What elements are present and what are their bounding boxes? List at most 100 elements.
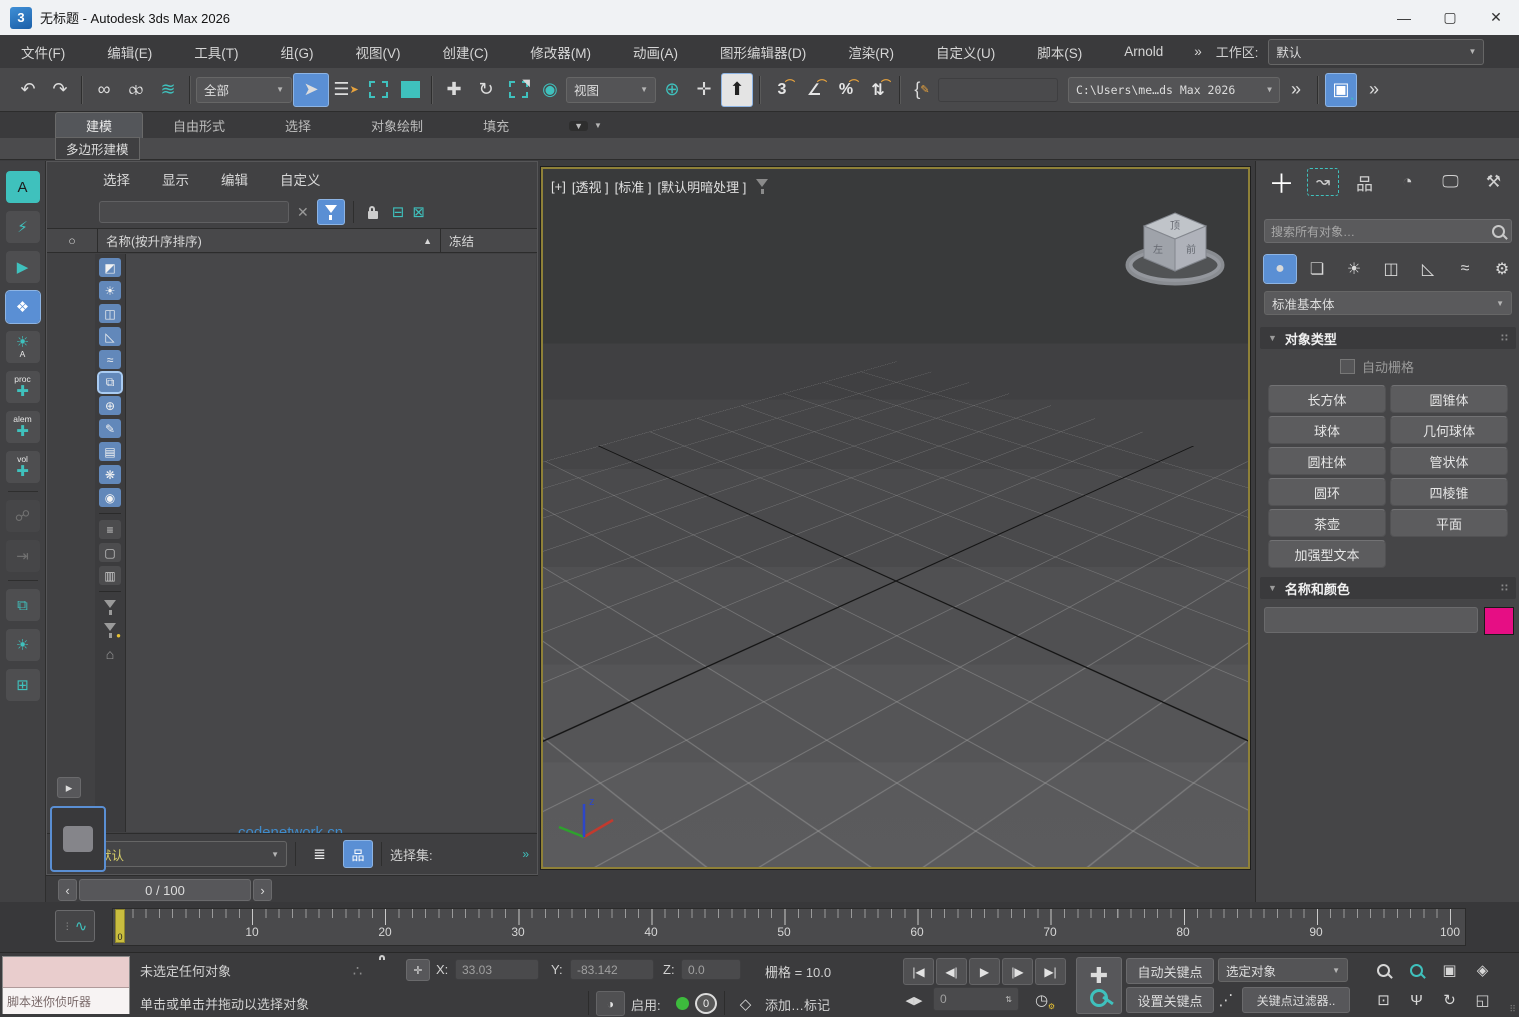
- workspace-dropdown[interactable]: 默认 ▼: [1268, 39, 1484, 65]
- timeline-playhead[interactable]: 0: [115, 909, 125, 943]
- close-button[interactable]: ✕: [1473, 0, 1519, 35]
- time-configuration-icon[interactable]: ◷⚙: [1026, 987, 1057, 1013]
- sphere-button[interactable]: 球体: [1268, 416, 1386, 444]
- ribbon-tab-populate[interactable]: 填充: [453, 113, 539, 138]
- ribbon-tab-freeform[interactable]: 自由形式: [143, 113, 255, 138]
- window-crossing-toggle[interactable]: [395, 74, 425, 106]
- select-lights-icon[interactable]: ☀: [6, 629, 40, 661]
- viewcube-front-label[interactable]: 前: [1186, 243, 1196, 256]
- display-bones-icon[interactable]: ✎: [99, 419, 121, 438]
- geometry-category-icon[interactable]: ●: [1264, 255, 1296, 283]
- y-coordinate-field[interactable]: -83.142: [570, 959, 654, 980]
- menu-file[interactable]: 文件(F): [0, 35, 86, 68]
- previous-frame-button[interactable]: ‹: [58, 879, 77, 901]
- modify-tab[interactable]: ↝: [1307, 168, 1339, 196]
- display-geometry-icon[interactable]: ◩: [99, 258, 121, 277]
- display-groups-icon[interactable]: ⧉: [99, 373, 121, 392]
- menu-scripting[interactable]: 脚本(S): [1016, 35, 1103, 68]
- menu-graph-editors[interactable]: 图形编辑器(D): [699, 35, 827, 68]
- maximize-button[interactable]: ▢: [1427, 0, 1473, 35]
- object-name-input[interactable]: [1264, 607, 1478, 633]
- select-link-icon[interactable]: ∞: [89, 74, 119, 106]
- ribbon-tab-selection[interactable]: 选择: [255, 113, 341, 138]
- snaps-toggle-3d[interactable]: 3⌒: [767, 74, 797, 106]
- ribbon-tab-modeling[interactable]: 建模: [55, 112, 143, 138]
- explorer-menu-display[interactable]: 显示: [146, 162, 205, 196]
- blank-view-icon[interactable]: ▢: [99, 543, 121, 562]
- ribbon-config-dropdown[interactable]: ▼▼: [539, 113, 632, 138]
- ribbon-tab-object-paint[interactable]: 对象绘制: [341, 113, 453, 138]
- explorer-expand-arrow-button[interactable]: ▸: [57, 777, 81, 798]
- spacewarps-category-icon[interactable]: ≈: [1449, 255, 1481, 283]
- spinner-snap-toggle[interactable]: ⇅⌒: [863, 74, 893, 106]
- select-object-button[interactable]: ➤: [293, 73, 329, 107]
- display-spacewarps-icon[interactable]: ≈: [99, 350, 121, 369]
- viewport-pov-menu[interactable]: [透视 ]: [572, 177, 609, 196]
- viewcube-left-label[interactable]: 左: [1153, 243, 1163, 256]
- lights-category-icon[interactable]: ☀: [1338, 255, 1370, 283]
- explorer-menu-edit[interactable]: 编辑: [205, 162, 264, 196]
- explorer-preset-dropdown[interactable]: 默认 ▼: [91, 841, 287, 867]
- teapot-button[interactable]: 茶壶: [1268, 509, 1386, 537]
- select-by-name-button[interactable]: ☰➤: [331, 74, 361, 106]
- tube-button[interactable]: 管状体: [1390, 447, 1508, 475]
- textplus-button[interactable]: 加强型文本: [1268, 540, 1386, 568]
- timeline-ruler[interactable]: 0 10 20 30 40 50 60 70 80 90 100: [112, 908, 1466, 946]
- hierarchy-view-icon[interactable]: 品: [343, 840, 373, 868]
- rollout-pin-icon[interactable]: ∷: [1501, 583, 1508, 594]
- set-keys-button[interactable]: ✚: [1076, 957, 1122, 1014]
- percent-snap-toggle[interactable]: %⌒: [831, 74, 861, 106]
- name-color-rollout-header[interactable]: ▼ 名称和颜色 ∷: [1260, 577, 1516, 599]
- zoom-extents-all-icon[interactable]: ◈: [1467, 957, 1498, 983]
- zoom-icon[interactable]: [1368, 957, 1399, 983]
- maxscript-mini-listener[interactable]: 脚本迷你侦听器: [2, 956, 130, 1014]
- current-frame-field[interactable]: 0⇅: [933, 987, 1019, 1011]
- column-frozen-header[interactable]: 冻结: [440, 229, 537, 252]
- explorer-menu-customize[interactable]: 自定义: [264, 162, 337, 196]
- display-frozen-icon[interactable]: ❋: [99, 465, 121, 484]
- menu-animation[interactable]: 动画(A): [612, 35, 699, 68]
- zoom-region-icon[interactable]: ⊡: [1368, 987, 1399, 1013]
- shield-toggle-icon[interactable]: ◑: [596, 991, 625, 1016]
- object-type-rollout-header[interactable]: ▼ 对象类型 ∷: [1260, 327, 1516, 349]
- angle-snap-toggle[interactable]: ∠⌒: [799, 74, 829, 106]
- layers-icon[interactable]: ≣: [304, 841, 335, 867]
- reference-coordinate-dropdown[interactable]: 视图 ▼: [566, 77, 656, 103]
- list-view-icon[interactable]: ≡: [99, 520, 121, 539]
- selection-filter-dropdown[interactable]: 全部 ▼: [196, 77, 292, 103]
- systems-category-icon[interactable]: ⚙: [1486, 255, 1518, 283]
- search-all-objects-field[interactable]: 搜索所有对象…: [1264, 219, 1512, 243]
- menu-views[interactable]: 视图(V): [335, 35, 422, 68]
- key-mode-toggle-icon[interactable]: ◀▶: [903, 987, 925, 1013]
- open-mini-curve-editor-button[interactable]: ⋮∿: [55, 910, 95, 942]
- display-lights-icon[interactable]: ☀: [99, 281, 121, 300]
- 3ds-max-app-icon[interactable]: 3: [10, 7, 32, 29]
- select-and-rotate-button[interactable]: ↻: [471, 74, 501, 106]
- display-hidden-icon[interactable]: ◉: [99, 488, 121, 507]
- absolute-mode-transform-icon[interactable]: ✛: [406, 959, 430, 981]
- detail-view-icon[interactable]: ▥: [99, 566, 121, 585]
- select-and-place-button[interactable]: ◉: [535, 74, 565, 106]
- menu-create[interactable]: 创建(C): [422, 35, 510, 68]
- z-coordinate-field[interactable]: 0.0: [681, 959, 741, 980]
- search-filter-button[interactable]: [317, 199, 345, 225]
- lock-explorer-icon[interactable]: [362, 206, 384, 219]
- cylinder-button[interactable]: 圆柱体: [1268, 447, 1386, 475]
- torus-button[interactable]: 圆环: [1268, 478, 1386, 506]
- menu-edit[interactable]: 编辑(E): [86, 35, 173, 68]
- clear-search-icon[interactable]: ✕: [297, 204, 309, 221]
- menu-arnold[interactable]: Arnold: [1103, 35, 1184, 68]
- display-cameras-icon[interactable]: ◫: [99, 304, 121, 323]
- menu-modifiers[interactable]: 修改器(M): [509, 35, 612, 68]
- footer-overflow-chevron[interactable]: »: [522, 847, 529, 861]
- image-stack-icon[interactable]: ⧉: [6, 589, 40, 621]
- project-folder-dropdown[interactable]: C:\Users\me…ds Max 2026 ▼: [1068, 77, 1280, 103]
- scene-script-window-icon[interactable]: A: [6, 171, 40, 203]
- column-name-header[interactable]: 名称(按升序排序)▲: [97, 229, 440, 252]
- viewcube-top-label[interactable]: 顶: [1170, 220, 1180, 232]
- listener-text-pane[interactable]: 脚本迷你侦听器: [3, 988, 129, 1014]
- mini-windows-icon[interactable]: ⊞: [6, 669, 40, 701]
- key-mode-dropdown[interactable]: 选定对象 ▼: [1218, 958, 1348, 982]
- select-and-manipulate-button[interactable]: ✛: [689, 74, 719, 106]
- column-icon-header[interactable]: ○: [47, 234, 97, 248]
